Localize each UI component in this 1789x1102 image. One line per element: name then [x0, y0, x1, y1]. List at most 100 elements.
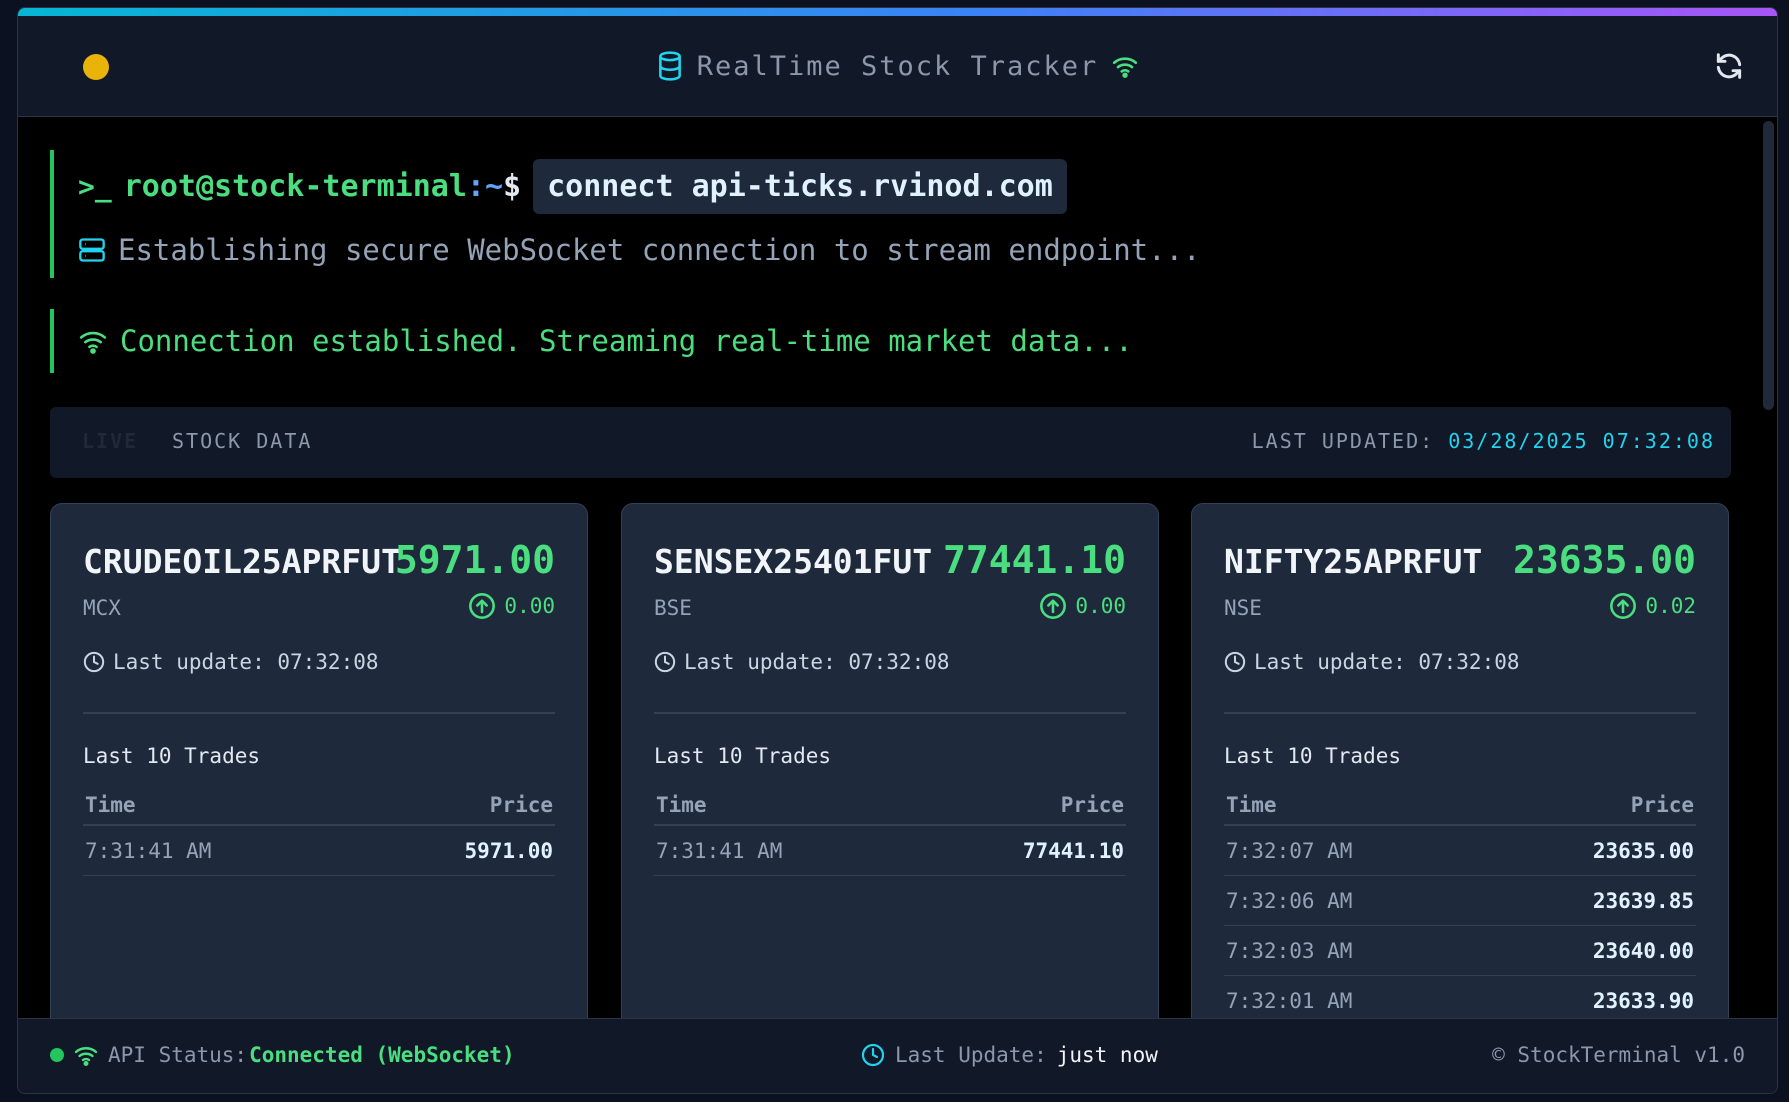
- price-change: 0.00: [1039, 592, 1126, 620]
- clock-icon: [1224, 651, 1246, 673]
- col-price-header: Price: [1630, 793, 1694, 817]
- col-time-header: Time: [1226, 793, 1277, 817]
- arrow-up-circle-icon: [1609, 592, 1637, 620]
- stock-symbol: NIFTY25APRFUT: [1224, 542, 1483, 581]
- trades-title: Last 10 Trades: [654, 744, 832, 768]
- table-row: 7:31:41 AM 77441.10: [654, 826, 1126, 876]
- api-status-label: API Status:: [108, 1043, 248, 1067]
- last-update-row: Last update: 07:32:08: [1224, 650, 1520, 674]
- card-divider: [654, 712, 1126, 714]
- window-title-group: RealTime Stock Tracker: [18, 48, 1777, 84]
- card-divider: [83, 712, 555, 714]
- wifi-icon: [1112, 54, 1138, 78]
- trade-price: 77441.10: [1022, 838, 1124, 863]
- trades-table: Time Price 7:31:41 AM 5971.00: [83, 786, 555, 876]
- col-time-header: Time: [85, 793, 136, 817]
- card-divider: [1224, 712, 1696, 714]
- stock-exchange: BSE: [654, 596, 692, 620]
- trade-price: 23633.90: [1592, 988, 1694, 1013]
- trade-time: 7:32:03 AM: [1226, 938, 1353, 963]
- trade-price: 5971.00: [464, 838, 553, 863]
- trade-price: 23639.85: [1592, 888, 1694, 913]
- trades-title: Last 10 Trades: [83, 744, 261, 768]
- arrow-up-circle-icon: [1039, 592, 1067, 620]
- refresh-button[interactable]: [1713, 50, 1745, 82]
- connection-info-text: Establishing secure WebSocket connection…: [118, 233, 1201, 267]
- window-title: RealTime Stock Tracker: [696, 50, 1099, 82]
- terminal-window: RealTime Stock Tracker >_ root@stock-ter…: [17, 7, 1778, 1094]
- last-updated-label: LAST UPDATED:: [1251, 429, 1435, 453]
- trade-time: 7:31:41 AM: [85, 838, 212, 863]
- price-change-value: 0.02: [1645, 594, 1696, 618]
- info-line: Establishing secure WebSocket connection…: [78, 230, 1201, 270]
- accent-gradient-bar: [18, 8, 1777, 16]
- last-update-row: Last update: 07:32:08: [654, 650, 950, 674]
- stock-card-crudeoil[interactable]: CRUDEOIL25APRFUT 5971.00 MCX 0.00 Last u…: [50, 503, 588, 1018]
- live-data-bar: LIVE STOCK DATA LAST UPDATED: 03/28/2025…: [50, 407, 1731, 478]
- trade-price: 23635.00: [1592, 838, 1694, 863]
- table-row: 7:32:01 AM 23633.90: [1224, 976, 1696, 1018]
- copyright: © StockTerminal v1.0: [1492, 1043, 1745, 1067]
- live-badge: LIVE: [82, 429, 139, 453]
- trade-time: 7:32:01 AM: [1226, 988, 1353, 1013]
- connection-block: Connection established. Streaming real-t…: [50, 309, 1250, 373]
- last-update-text: Last update: 07:32:08: [113, 650, 379, 674]
- stock-symbol: SENSEX25401FUT: [654, 542, 933, 581]
- wifi-icon: [74, 1044, 98, 1066]
- trade-time: 7:31:41 AM: [656, 838, 783, 863]
- api-status-value: Connected (WebSocket): [249, 1043, 515, 1067]
- title-bar: RealTime Stock Tracker: [18, 16, 1777, 117]
- database-icon: [657, 51, 683, 81]
- col-time-header: Time: [656, 793, 707, 817]
- last-update-text: Last update: 07:32:08: [684, 650, 950, 674]
- stock-price: 23635.00: [1512, 538, 1696, 582]
- trade-time: 7:32:06 AM: [1226, 888, 1353, 913]
- footer-update-label: Last Update:: [895, 1043, 1047, 1067]
- clock-icon: [654, 651, 676, 673]
- trades-table-header: Time Price: [1224, 786, 1696, 826]
- table-row: 7:32:06 AM 23639.85: [1224, 876, 1696, 926]
- stock-exchange: NSE: [1224, 596, 1262, 620]
- table-row: 7:32:07 AM 23635.00: [1224, 826, 1696, 876]
- last-update-row: Last update: 07:32:08: [83, 650, 379, 674]
- prompt-line: >_ root@stock-terminal:~ $ connect api-t…: [78, 158, 1067, 214]
- trades-title: Last 10 Trades: [1224, 744, 1402, 768]
- last-update-text: Last update: 07:32:08: [1254, 650, 1520, 674]
- clock-icon: [83, 651, 105, 673]
- last-updated: LAST UPDATED: 03/28/2025 07:32:08: [1252, 429, 1715, 453]
- command-block: >_ root@stock-terminal:~ $ connect api-t…: [50, 150, 1250, 278]
- price-change-value: 0.00: [504, 594, 555, 618]
- stock-exchange: MCX: [83, 596, 121, 620]
- prompt-path: :~: [466, 168, 504, 204]
- prompt-user-host: root@stock-terminal: [123, 168, 467, 204]
- terminal-content[interactable]: >_ root@stock-terminal:~ $ connect api-t…: [18, 117, 1763, 1018]
- refresh-icon: [1716, 53, 1742, 79]
- command-text: connect api-ticks.rvinod.com: [533, 158, 1067, 214]
- stock-price: 5971.00: [394, 538, 555, 582]
- price-change: 0.00: [468, 592, 555, 620]
- stock-card-sensex[interactable]: SENSEX25401FUT 77441.10 BSE 0.00 Last up…: [621, 503, 1159, 1018]
- stock-price: 77441.10: [942, 538, 1126, 582]
- trades-table-header: Time Price: [83, 786, 555, 826]
- api-status: API Status: Connected (WebSocket): [50, 1043, 515, 1067]
- arrow-up-circle-icon: [468, 592, 496, 620]
- trades-table: Time Price 7:32:07 AM 23635.00 7:32:06 A…: [1224, 786, 1696, 1018]
- prompt-dollar: $: [503, 168, 522, 204]
- price-change-value: 0.00: [1075, 594, 1126, 618]
- table-row: 7:32:03 AM 23640.00: [1224, 926, 1696, 976]
- connection-established-text: Connection established. Streaming real-t…: [120, 324, 1133, 358]
- status-footer: API Status: Connected (WebSocket) Last U…: [18, 1018, 1777, 1093]
- connection-line: Connection established. Streaming real-t…: [78, 321, 1133, 361]
- last-updated-value: 03/28/2025 07:32:08: [1448, 429, 1715, 453]
- stock-symbol: CRUDEOIL25APRFUT: [83, 542, 401, 581]
- col-price-header: Price: [1060, 793, 1124, 817]
- wifi-icon: [78, 328, 108, 354]
- price-change: 0.02: [1609, 592, 1696, 620]
- stock-data-label: STOCK DATA: [172, 429, 313, 453]
- connected-dot: [50, 1048, 64, 1062]
- stock-card-nifty[interactable]: NIFTY25APRFUT 23635.00 NSE 0.02 Last upd…: [1191, 503, 1729, 1018]
- server-icon: [78, 236, 106, 264]
- scrollbar-thumb[interactable]: [1763, 121, 1774, 410]
- trades-table: Time Price 7:31:41 AM 77441.10: [654, 786, 1126, 876]
- col-price-header: Price: [489, 793, 553, 817]
